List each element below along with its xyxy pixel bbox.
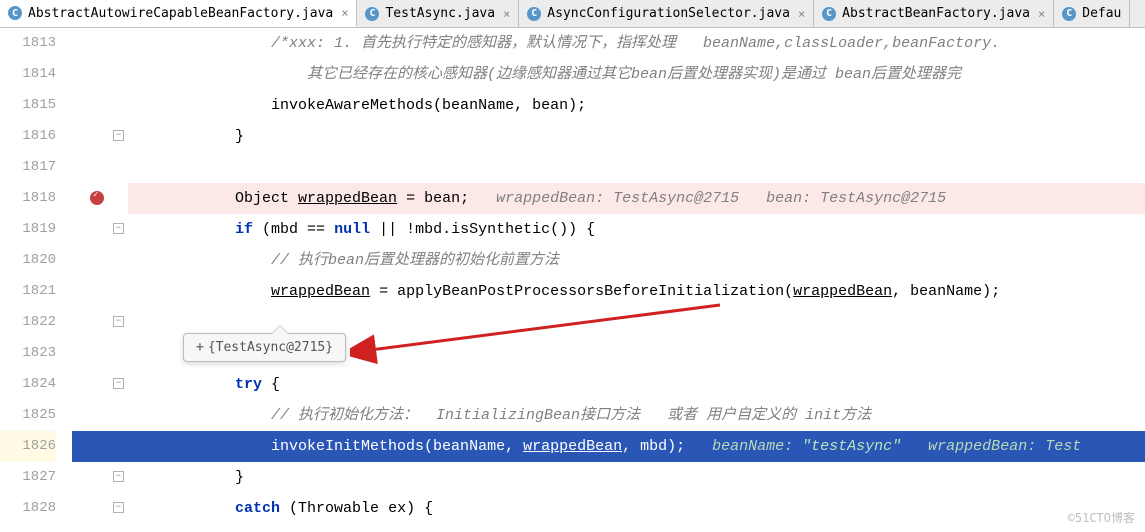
line-number: 1826 [0,431,56,462]
line-number: 1820 [0,245,56,276]
java-class-icon: C [1062,7,1076,21]
fold-icon[interactable]: − [113,502,124,513]
code-line-execution[interactable]: invokeInitMethods(beanName, wrappedBean,… [128,431,1145,462]
java-class-icon: C [822,7,836,21]
line-number: 1818 [0,183,56,214]
close-icon[interactable]: × [1038,7,1045,21]
line-number: 1823 [0,338,56,369]
line-number: 1828 [0,493,56,524]
gutter-markers[interactable]: − − − − − − [72,28,128,532]
tab-label: TestAsync.java [385,6,495,21]
tab-label: AbstractBeanFactory.java [842,6,1030,21]
execution-point-icon [72,431,80,462]
code-line[interactable]: try { [128,369,1145,400]
tab-testasync[interactable]: C TestAsync.java × [357,0,519,27]
tooltip-value: {TestAsync@2715} [208,340,333,355]
expand-icon[interactable]: + [196,340,204,355]
line-number: 1824 [0,369,56,400]
line-number: 1815 [0,90,56,121]
tab-label: AbstractAutowireCapableBeanFactory.java [28,6,333,21]
watermark: ©51CTO博客 [1068,509,1135,526]
code-line[interactable]: } [128,121,1145,152]
line-number: 1817 [0,152,56,183]
code-line[interactable]: // 执行初始化方法： InitializingBean接口方法 或者 用户自定… [128,400,1145,431]
tab-asyncconfig[interactable]: C AsyncConfigurationSelector.java × [519,0,814,27]
tab-label: AsyncConfigurationSelector.java [547,6,790,21]
tab-abstractbeanfactory[interactable]: C AbstractBeanFactory.java × [814,0,1054,27]
code-line[interactable]: if (mbd == null || !mbd.isSynthetic()) { [128,214,1145,245]
java-class-icon: C [527,7,541,21]
close-icon[interactable]: × [341,6,348,20]
code-content[interactable]: /*xxx: 1. 首先执行特定的感知器，默认情况下，指挥处理 beanName… [128,28,1145,532]
close-icon[interactable]: × [798,7,805,21]
code-line[interactable]: } [128,462,1145,493]
code-line-breakpoint[interactable]: Object wrappedBean = bean; wrappedBean: … [128,183,1145,214]
code-line[interactable]: wrappedBean = applyBeanPostProcessorsBef… [128,276,1145,307]
close-icon[interactable]: × [503,7,510,21]
line-number: 1816 [0,121,56,152]
line-number: 1821 [0,276,56,307]
fold-icon[interactable]: − [113,130,124,141]
tab-label: Defau [1082,6,1121,21]
line-number: 1814 [0,59,56,90]
line-number: 1819 [0,214,56,245]
tab-abstractautowire[interactable]: C AbstractAutowireCapableBeanFactory.jav… [0,0,357,27]
code-line[interactable]: /*xxx: 1. 首先执行特定的感知器，默认情况下，指挥处理 beanName… [128,28,1145,59]
code-line[interactable]: // 执行bean后置处理器的初始化前置方法 [128,245,1145,276]
java-class-icon: C [365,7,379,21]
fold-icon[interactable]: − [113,471,124,482]
line-number: 1827 [0,462,56,493]
editor-tabs: C AbstractAutowireCapableBeanFactory.jav… [0,0,1145,28]
tab-default[interactable]: C Defau [1054,0,1130,27]
code-line[interactable]: invokeAwareMethods(beanName, bean); [128,90,1145,121]
line-number: 1825 [0,400,56,431]
code-editor[interactable]: 1813 1814 1815 1816 1817 1818 1819 1820 … [0,28,1145,532]
debug-value-tooltip[interactable]: + {TestAsync@2715} [183,333,346,362]
line-number-gutter: 1813 1814 1815 1816 1817 1818 1819 1820 … [0,28,72,532]
line-number: 1813 [0,28,56,59]
code-line[interactable] [128,152,1145,183]
fold-icon[interactable]: − [113,378,124,389]
code-line[interactable]: catch (Throwable ex) { [128,493,1145,524]
code-line[interactable]: 其它已经存在的核心感知器(边缘感知器通过其它bean后置处理器实现)是通过 be… [128,59,1145,90]
java-class-icon: C [8,6,22,20]
fold-icon[interactable]: − [113,316,124,327]
fold-icon[interactable]: − [113,223,124,234]
breakpoint-icon[interactable] [90,191,104,205]
line-number: 1822 [0,307,56,338]
